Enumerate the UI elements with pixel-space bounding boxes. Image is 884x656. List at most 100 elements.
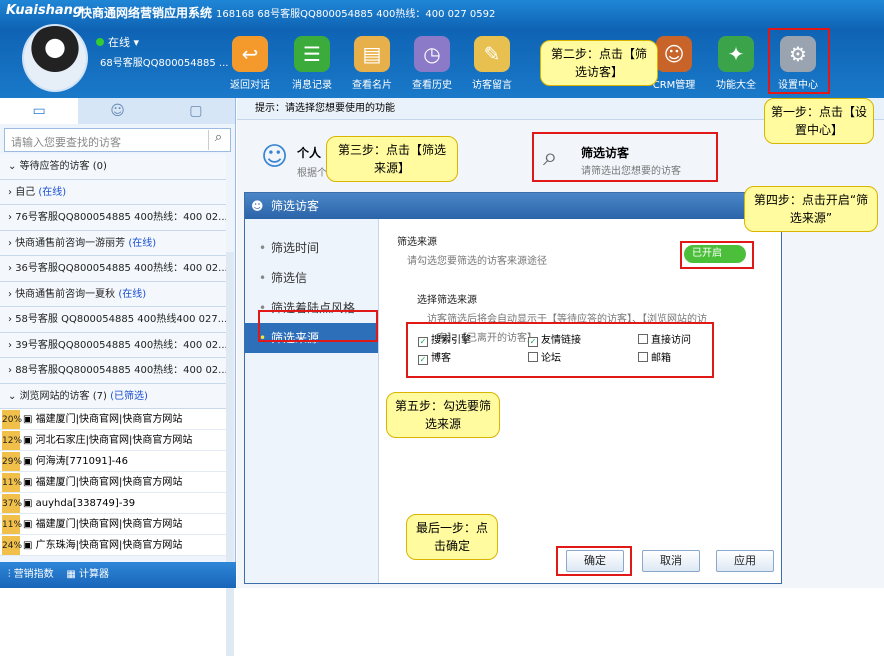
callout-step1: 第一步：点击【设置中心】 xyxy=(764,98,874,144)
history-icon: ◷ xyxy=(414,36,450,72)
row-text: 88号客服QQ800054885 400热线：400 02... xyxy=(15,365,226,376)
toolbar-label: 访客留言 xyxy=(472,80,512,91)
visitor-text: auyhda[338749]-39 xyxy=(35,498,136,509)
highlight-source-menu xyxy=(258,310,378,342)
visitor-text: 广东珠海|快商官网|快商官方网站 xyxy=(35,540,183,551)
row-text: 39号客服QQ800054885 400热线：400 02... xyxy=(15,339,226,351)
sidebar-footer: ⫶ 营销指数 ▦ 计算器 xyxy=(0,562,236,588)
row-tag: (在线) xyxy=(128,237,157,249)
visitor-text: 河北石家庄|快商官网|快商官方网站 xyxy=(35,435,193,446)
notice-icon: ▢ xyxy=(189,103,203,119)
search-field[interactable]: 请输入您要查找的访客 ⌕ xyxy=(4,128,231,152)
list-item[interactable]: › 76号客服QQ800054885 400热线：400 02... xyxy=(0,205,226,231)
highlight-filter-card xyxy=(532,132,718,182)
avatar[interactable] xyxy=(22,24,88,92)
visitor-icon: ▣ xyxy=(23,519,33,530)
hint-text: 提示：请选择您想要使用的功能 xyxy=(255,103,395,114)
list-item[interactable]: › 39号客服QQ800054885 400热线：400 02... xyxy=(0,332,226,358)
toolbar-label: 查看历史 xyxy=(412,80,452,91)
score-badge: 29% xyxy=(2,452,22,471)
callout-last: 最后一步：点击确定 xyxy=(406,514,498,560)
toolbar-label: 返回对话 xyxy=(230,80,270,91)
person-icon: ☺ xyxy=(261,142,289,172)
chat-icon: ▭ xyxy=(32,103,46,119)
list-item[interactable]: › 88号客服QQ800054885 400热线：400 02... xyxy=(0,358,226,384)
choose-title: 选择筛选来源 xyxy=(417,295,477,306)
visitor-row[interactable]: 37%▣ auyhda[338749]-39 xyxy=(0,493,226,514)
toolbar-features[interactable]: ✦ 功能大全 xyxy=(708,36,764,96)
app-name: 快商通网络营销应用系统 xyxy=(80,6,213,20)
visitor-text: 福建厦门|快商官网|快商官方网站 xyxy=(35,477,183,488)
marketing-index-button[interactable]: ⫶ 营销指数 xyxy=(8,569,54,580)
list-item[interactable]: › 58号客服 QQ800054885 400热线400 027... xyxy=(0,307,226,333)
menu-item-time[interactable]: 筛选时间 xyxy=(245,233,378,263)
toolbar-messages[interactable]: ☰ 消息记录 xyxy=(284,36,340,96)
visitor-icon: ▣ xyxy=(23,414,33,425)
toolbar-history[interactable]: ◷ 查看历史 xyxy=(404,36,460,96)
row-text: 58号客服 QQ800054885 400热线400 027... xyxy=(15,314,226,325)
callout-step3: 第三步：点击【筛选来源】 xyxy=(326,136,458,182)
highlight-ok xyxy=(556,546,632,576)
scrollbar[interactable] xyxy=(226,252,234,656)
dialog-menu: 筛选时间 筛选信 筛选着陆点风格 筛选来源 xyxy=(245,219,379,583)
score-badge: 11% xyxy=(2,515,22,534)
visitor-row[interactable]: 24%▣ 广东珠海|快商官网|快商官方网站 xyxy=(0,535,226,556)
apply-button[interactable]: 应用 xyxy=(716,550,774,572)
score-badge: 20% xyxy=(2,410,22,429)
cancel-button[interactable]: 取消 xyxy=(642,550,700,572)
visitor-row[interactable]: 29%▣ 何海涛[771091]-46 xyxy=(0,451,226,472)
message-icon: ☰ xyxy=(294,36,330,72)
toolbar-label: 查看名片 xyxy=(352,80,392,91)
status-selector[interactable]: 在线 ▾ xyxy=(96,34,139,50)
list-item[interactable]: ⌄ 等待应答的访客 (0) xyxy=(0,154,226,180)
visitor-row[interactable]: 20%▣ 福建厦门|快商官网|快商官方网站 xyxy=(0,409,226,430)
card-icon: ▤ xyxy=(354,36,390,72)
menu-item-info[interactable]: 筛选信 xyxy=(245,263,378,293)
contacts-icon: ☺ xyxy=(110,103,125,119)
row-text: 快商通售前咨询一游丽芳 xyxy=(15,237,126,249)
visitor-list: ⌄ 等待应答的访客 (0) › 自己 (在线) › 76号客服QQ8000548… xyxy=(0,154,226,556)
search-icon[interactable]: ⌕ xyxy=(208,130,228,150)
visitor-text: 何海涛[771091]-46 xyxy=(35,456,128,467)
dialog-titlebar: ☻ 筛选访客 – xyxy=(245,193,781,219)
toolbar-label: CRM管理 xyxy=(652,80,696,91)
visitor-row[interactable]: 11%▣ 福建厦门|快商官网|快商官方网站 xyxy=(0,514,226,535)
card-title: 个人 xyxy=(297,146,322,160)
visitor-row[interactable]: 11%▣ 福建厦门|快商官网|快商官方网站 xyxy=(0,472,226,493)
online-dot-icon xyxy=(96,38,104,46)
row-tag: (在线) xyxy=(118,288,147,300)
footer-label: 营销指数 xyxy=(13,569,54,580)
callout-step2: 第二步：点击【筛选访客】 xyxy=(540,40,658,86)
toolbar-label: 功能大全 xyxy=(716,80,756,91)
visitor-icon: ▣ xyxy=(23,540,33,551)
tab-messages[interactable]: ▢ xyxy=(157,98,235,124)
toolbar-cards[interactable]: ▤ 查看名片 xyxy=(344,36,400,96)
visitor-row[interactable]: 12%▣ 河北石家庄|快商官网|快商官方网站 xyxy=(0,430,226,451)
callout-step5: 第五步：勾选要筛选来源 xyxy=(386,392,500,438)
callout-step4: 第四步：点击开启“筛选来源” xyxy=(744,186,878,232)
toolbar-leave-msg[interactable]: ✎ 访客留言 xyxy=(464,36,520,96)
toolbar-back-chat[interactable]: ↩ 返回对话 xyxy=(222,36,278,96)
calculator-button[interactable]: ▦ 计算器 xyxy=(66,569,109,580)
list-item[interactable]: ⌄ 浏览网站的访客 (7) (已筛选) xyxy=(0,383,226,409)
row-text: 等待应答的访客 (0) xyxy=(19,161,107,172)
list-item[interactable]: › 36号客服QQ800054885 400热线：400 02... xyxy=(0,256,226,282)
toolbar-label: 消息记录 xyxy=(292,80,332,91)
list-item[interactable]: › 自己 (在线) xyxy=(0,179,226,205)
score-badge: 37% xyxy=(2,494,22,513)
search-input[interactable]: 请输入您要查找的访客 xyxy=(11,134,121,150)
top-toolbar: Kuaishang 快商通网络营销应用系统 168168 68号客服QQ8000… xyxy=(0,0,884,98)
visitor-icon: ▣ xyxy=(23,498,33,509)
tab-contacts[interactable]: ☺ xyxy=(78,98,156,124)
tab-chat[interactable]: ▭ xyxy=(0,98,79,124)
features-icon: ✦ xyxy=(718,36,754,72)
title-info: 168168 68号客服QQ800054885 400热线：400 027 05… xyxy=(216,9,496,20)
row-text: 76号客服QQ800054885 400热线：400 02... xyxy=(15,212,226,223)
title-bar: Kuaishang 快商通网络营销应用系统 168168 68号客服QQ8000… xyxy=(0,0,884,22)
row-text: 36号客服QQ800054885 400热线：400 02... xyxy=(15,263,226,274)
list-item[interactable]: › 快商通售前咨询一游丽芳 (在线) xyxy=(0,230,226,256)
list-item[interactable]: › 快商通售前咨询一夏秋 (在线) xyxy=(0,281,226,307)
score-badge: 12% xyxy=(2,431,22,450)
visitor-text: 福建厦门|快商官网|快商官方网站 xyxy=(35,519,183,530)
score-badge: 11% xyxy=(2,473,22,492)
